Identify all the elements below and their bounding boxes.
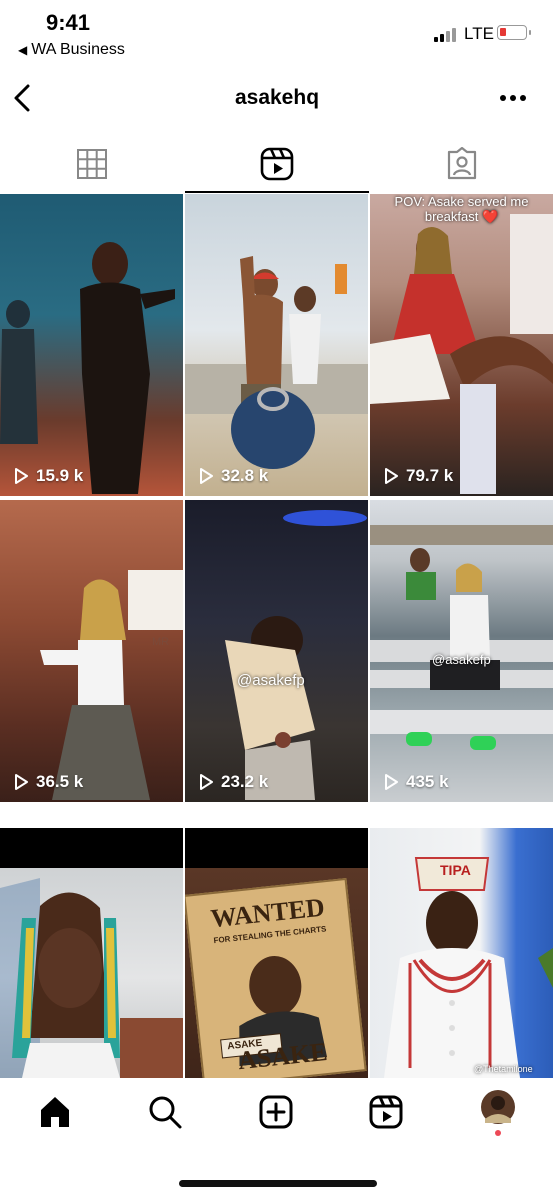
more-options-button[interactable] bbox=[496, 84, 530, 112]
play-icon bbox=[385, 774, 398, 790]
nav-profile-button[interactable] bbox=[478, 1090, 518, 1136]
active-tab-indicator bbox=[185, 191, 369, 193]
tab-tagged[interactable] bbox=[370, 134, 554, 194]
reel-tile[interactable]: MR 36.5 k bbox=[0, 500, 183, 802]
profile-header: asakehq bbox=[0, 70, 554, 126]
page-title: asakehq bbox=[234, 86, 320, 109]
reel-thumbnail bbox=[370, 214, 553, 494]
nav-home-button[interactable] bbox=[35, 1092, 75, 1132]
reels-icon bbox=[260, 147, 294, 181]
nav-search-button[interactable] bbox=[145, 1092, 185, 1132]
reel-tile[interactable]: @asakefp 435 k bbox=[370, 500, 553, 802]
watermark-text: @Thetamilone bbox=[474, 1064, 533, 1074]
view-count: 15.9 k bbox=[14, 466, 83, 486]
create-icon bbox=[259, 1095, 293, 1129]
reel-tile[interactable]: WANTED FOR STEALING THE CHARTS ASAKE ASA… bbox=[185, 828, 368, 1078]
status-time: 9:41 bbox=[46, 10, 91, 35]
tagged-icon bbox=[447, 147, 477, 180]
notification-dot bbox=[495, 1130, 501, 1136]
play-icon bbox=[200, 468, 213, 484]
hat-text: TIPA bbox=[440, 862, 471, 878]
wanted-poster: WANTED FOR STEALING THE CHARTS ASAKE ASA… bbox=[185, 877, 367, 1078]
tab-posts[interactable] bbox=[0, 134, 184, 194]
reel-thumbnail bbox=[40, 570, 183, 800]
reel-tile[interactable]: 32.8 k bbox=[185, 194, 368, 496]
grid-icon bbox=[77, 149, 107, 179]
view-count: 23.2 k bbox=[199, 772, 268, 792]
home-indicator bbox=[179, 1180, 377, 1187]
nav-create-button[interactable] bbox=[256, 1092, 296, 1132]
tab-reels[interactable] bbox=[185, 134, 369, 194]
reel-thumbnail bbox=[370, 525, 553, 750]
back-app-label: WA Business bbox=[31, 41, 125, 58]
reel-thumbnail bbox=[0, 878, 183, 1078]
play-icon bbox=[15, 468, 28, 484]
profile-avatar bbox=[481, 1090, 515, 1136]
watermark-text: @asakefp bbox=[432, 652, 491, 667]
view-count: 32.8 k bbox=[199, 466, 268, 486]
reel-thumbnail bbox=[0, 242, 175, 494]
ellipsis-icon bbox=[500, 95, 526, 101]
signal-icon bbox=[434, 27, 456, 42]
reel-caption: POV: Asake served me breakfast ❤️ bbox=[394, 194, 529, 224]
play-icon bbox=[15, 774, 28, 790]
watermark-text: @asakefp bbox=[237, 672, 305, 689]
view-count: 36.5 k bbox=[14, 772, 83, 792]
reel-tile[interactable] bbox=[0, 828, 183, 1078]
back-triangle-icon: ◀ bbox=[18, 43, 28, 57]
nav-reels-button[interactable] bbox=[366, 1092, 406, 1132]
play-icon bbox=[200, 774, 213, 790]
sign-text: MR bbox=[152, 636, 170, 648]
reels-icon bbox=[369, 1095, 403, 1129]
search-icon bbox=[149, 1096, 182, 1129]
battery-icon bbox=[497, 25, 531, 40]
reel-tile[interactable]: POV: Asake served me breakfast ❤️ 79.7 k bbox=[370, 194, 553, 496]
network-label: LTE bbox=[464, 24, 494, 43]
reels-grid: 15.9 k 32.8 k POV: Asake served me break… bbox=[0, 194, 554, 1078]
play-icon bbox=[385, 468, 398, 484]
back-to-app-link[interactable]: ◀ WA Business bbox=[18, 41, 125, 59]
home-icon bbox=[41, 1097, 69, 1127]
reel-thumbnail bbox=[225, 510, 367, 800]
reel-tile[interactable]: TIPA @Thetamilone bbox=[370, 828, 553, 1078]
profile-tabs bbox=[0, 134, 554, 194]
reel-thumbnail bbox=[185, 256, 368, 469]
reel-tile[interactable]: 15.9 k bbox=[0, 194, 183, 496]
view-count: 435 k bbox=[384, 772, 449, 792]
view-count: 79.7 k bbox=[384, 466, 453, 486]
reel-tile[interactable]: @asakefp 23.2 k bbox=[185, 500, 368, 802]
status-bar: 9:41 ◀ WA Business LTE bbox=[0, 0, 554, 70]
